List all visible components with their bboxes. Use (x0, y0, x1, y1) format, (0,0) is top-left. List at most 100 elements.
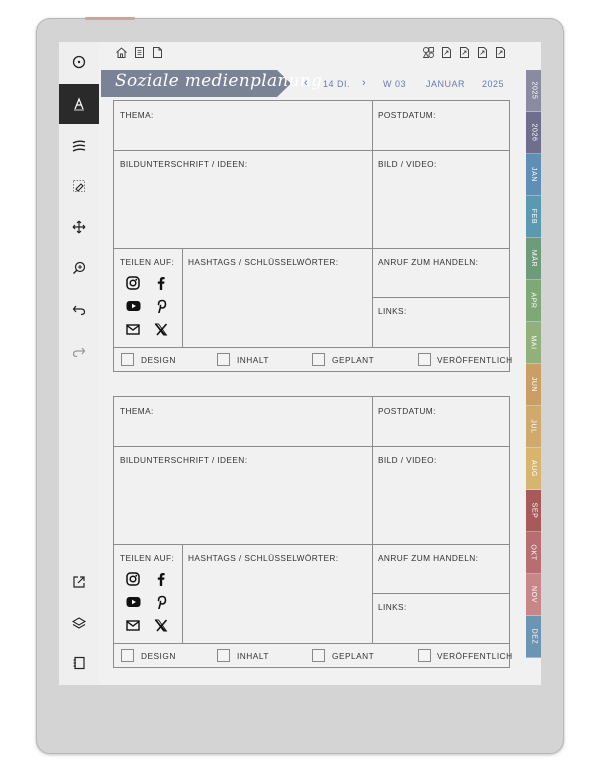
tab-label: JAN (530, 166, 537, 183)
veroeffentlicht-label: VERÖFFENTLICH (437, 651, 513, 661)
doc-link-icon-2[interactable] (458, 44, 471, 58)
pen-icon (74, 97, 84, 111)
tab-nov[interactable]: NOV (526, 574, 541, 616)
tab-mär[interactable]: MÄR (526, 238, 541, 280)
hashtags-label: HASHTAGS / SCHLÜSSELWÖRTER: (188, 553, 339, 563)
tab-aug[interactable]: AUG (526, 448, 541, 490)
list-page-icon[interactable] (133, 44, 146, 58)
share-label: TEILEN AUF: (120, 257, 175, 267)
post-card-2: THEMA: POSTDATUM: BILDUNTERSCHRIFT / IDE… (113, 396, 513, 668)
design-label: DESIGN (141, 651, 176, 661)
thema-label: THEMA: (120, 110, 154, 120)
tab-feb[interactable]: FEB (526, 196, 541, 238)
tab-apr[interactable]: APR (526, 280, 541, 322)
page-title: Soziale medienplanung (115, 71, 323, 91)
media-label: BILD / VIDEO: (378, 159, 437, 169)
inhalt-checkbox[interactable] (217, 353, 230, 366)
postdatum-label: POSTDATUM: (378, 110, 436, 120)
x-twitter-icon[interactable] (152, 616, 170, 634)
blank-page-icon[interactable] (151, 44, 164, 58)
notebook-icon (73, 656, 85, 670)
geplant-checkbox[interactable] (312, 649, 325, 662)
tab-label: MAI (530, 335, 537, 350)
zoom-tool-button[interactable] (59, 248, 99, 288)
tab-dez[interactable]: DEZ (526, 616, 541, 658)
x-twitter-icon[interactable] (152, 320, 170, 338)
export-icon (73, 576, 85, 588)
day-label[interactable]: 14 DI. (323, 79, 350, 89)
facebook-icon[interactable] (152, 274, 170, 292)
tab-sep[interactable]: SEP (526, 490, 541, 532)
layers-button[interactable] (59, 603, 99, 643)
layers-icon (72, 617, 86, 629)
doc-link-icon-1[interactable] (440, 44, 453, 58)
youtube-icon[interactable] (124, 297, 142, 315)
share-label: TEILEN AUF: (120, 553, 175, 563)
pen-tool-button[interactable] (59, 84, 99, 124)
inhalt-label: INHALT (237, 651, 269, 661)
tab-label: AUG (530, 460, 538, 477)
tab-label: DEZ (530, 628, 537, 645)
brush-lines-icon (72, 140, 86, 152)
top-left-icons (115, 44, 164, 58)
undo-button[interactable] (59, 290, 99, 330)
share-export-button[interactable] (59, 562, 99, 602)
top-right-icons (422, 44, 507, 58)
caption-label: BILDUNTERSCHRIFT / IDEEN: (120, 159, 248, 169)
tab-jan[interactable]: JAN (526, 154, 541, 196)
design-checkbox[interactable] (121, 649, 134, 662)
menu-circle-icon (72, 55, 86, 69)
geplant-checkbox[interactable] (312, 353, 325, 366)
eraser-icon (73, 180, 85, 192)
geplant-label: GEPLANT (332, 651, 375, 661)
tab-2025[interactable]: 2025 (526, 70, 541, 112)
eraser-tool-button[interactable] (59, 166, 99, 206)
tab-2026[interactable]: 2026 (526, 112, 541, 154)
tab-jul[interactable]: JUL (526, 406, 541, 448)
design-label: DESIGN (141, 355, 176, 365)
email-icon[interactable] (124, 320, 142, 338)
move-arrows-icon (72, 220, 86, 234)
doc-link-icon-3[interactable] (476, 44, 489, 58)
year-label[interactable]: 2025 (482, 79, 504, 89)
tab-label: JUL (530, 419, 537, 434)
tab-jun[interactable]: JUN (526, 364, 541, 406)
menu-button[interactable] (59, 42, 99, 82)
thema-label: THEMA: (120, 406, 154, 416)
brush-tool-button[interactable] (59, 126, 99, 166)
tab-okt[interactable]: OKT (526, 532, 541, 574)
doc-link-icon-4[interactable] (494, 44, 507, 58)
instagram-icon[interactable] (124, 570, 142, 588)
youtube-icon[interactable] (124, 593, 142, 611)
week-label[interactable]: W 03 (383, 79, 406, 89)
page-overview-button[interactable] (59, 643, 99, 683)
facebook-icon[interactable] (152, 570, 170, 588)
tab-label: NOV (530, 586, 538, 603)
pinterest-icon[interactable] (152, 297, 170, 315)
instagram-icon[interactable] (124, 274, 142, 292)
home-icon[interactable] (115, 44, 128, 58)
tab-mai[interactable]: MAI (526, 322, 541, 364)
tab-label: 2025 (530, 81, 538, 100)
move-tool-button[interactable] (59, 207, 99, 247)
prev-day-button[interactable]: ‹ (304, 77, 308, 89)
redo-button[interactable] (59, 332, 99, 372)
pinterest-icon[interactable] (152, 593, 170, 611)
inhalt-checkbox[interactable] (217, 649, 230, 662)
shapes-icon[interactable] (422, 44, 435, 58)
tab-label: MÄR (530, 249, 538, 268)
next-day-button[interactable]: › (362, 77, 366, 89)
tab-label: APR (530, 292, 538, 309)
device-accent (85, 17, 135, 20)
month-label[interactable]: JANUAR (426, 79, 465, 89)
media-label: BILD / VIDEO: (378, 455, 437, 465)
geplant-label: GEPLANT (332, 355, 375, 365)
email-icon[interactable] (124, 616, 142, 634)
inhalt-label: INHALT (237, 355, 269, 365)
veroeffentlicht-checkbox[interactable] (418, 649, 431, 662)
veroeffentlicht-checkbox[interactable] (418, 353, 431, 366)
zoom-icon (73, 261, 86, 274)
tab-label: FEB (530, 208, 538, 225)
undo-icon (72, 305, 86, 316)
design-checkbox[interactable] (121, 353, 134, 366)
